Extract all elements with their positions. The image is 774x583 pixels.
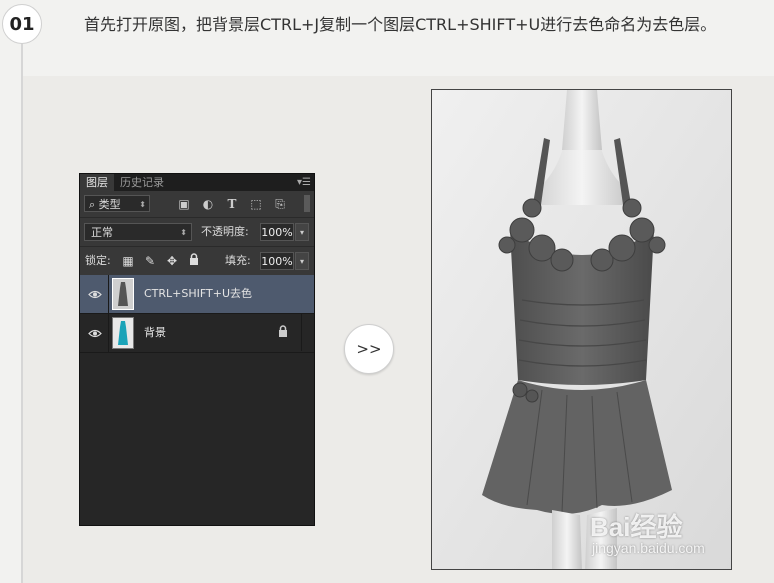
desaturated-dress-photo: Bai经验 jingyan.baidu.com (431, 89, 732, 570)
shape-layer-filter-icon[interactable]: ⬚ (244, 195, 268, 213)
opacity-dropdown-button[interactable]: ▾ (295, 223, 309, 241)
filter-kind-select[interactable]: ⌕ 类型 ⬍ (84, 195, 150, 212)
fill-input[interactable]: 100% (260, 252, 294, 270)
chevron-updown-icon: ⬍ (180, 228, 187, 237)
watermark-site-url: jingyan.baidu.com (592, 540, 705, 556)
blend-mode-select[interactable]: 正常 ⬍ (84, 223, 192, 241)
lock-fill-row: 锁定: ▦ ✎ ✥ 填充: 100% ▾ (80, 247, 314, 276)
layer-row-desaturated[interactable]: CTRL+SHIFT+U去色 (80, 275, 314, 314)
eye-icon[interactable] (84, 323, 106, 343)
lock-icon (278, 325, 288, 340)
step-header: 01 首先打开原图，把背景层CTRL+J复制一个图层CTRL+SHIFT+U进行… (0, 0, 774, 583)
layer-thumbnail-grayscale-dress (112, 278, 134, 310)
next-arrow-button: >> (344, 324, 394, 374)
eye-icon[interactable] (84, 284, 106, 304)
fill-dropdown-button[interactable]: ▾ (295, 252, 309, 270)
fill-label: 填充: (225, 254, 251, 267)
pixel-layer-filter-icon[interactable]: ▣ (172, 195, 196, 213)
adjustment-layer-filter-icon[interactable]: ◐ (196, 195, 220, 213)
chevron-updown-icon: ⬍ (139, 200, 146, 209)
photoshop-layers-panel: 图层 历史记录 ▾☰ ⌕ 类型 ⬍ ▣ ◐ T ⬚ ⎘ 正常 ⬍ 不透明度: 1… (79, 173, 315, 526)
layer-name: CTRL+SHIFT+U去色 (144, 287, 253, 300)
layer-thumbnail-teal-dress (112, 317, 134, 349)
baidu-jingyan-watermark-logo: Bai经验 (590, 512, 683, 542)
type-layer-filter-icon[interactable]: T (220, 195, 244, 213)
eye-divider (108, 275, 109, 313)
step-instruction-text: 首先打开原图，把背景层CTRL+J复制一个图层CTRL+SHIFT+U进行去色命… (84, 15, 717, 34)
layer-name: 背景 (144, 326, 166, 339)
tab-layers[interactable]: 图层 (80, 174, 114, 191)
lock-brush-icon[interactable]: ✎ (142, 253, 158, 269)
lock-label: 锁定: (85, 254, 111, 267)
lock-transparency-icon[interactable]: ▦ (120, 253, 136, 269)
blend-mode-label: 正常 (91, 226, 113, 239)
layer-row-background[interactable]: 背景 (80, 314, 314, 353)
opacity-input[interactable]: 100% (260, 223, 294, 241)
layers-list: CTRL+SHIFT+U去色 背景 (80, 275, 314, 525)
panel-tabs: 图层 历史记录 ▾☰ (80, 174, 314, 191)
eye-divider (108, 314, 109, 352)
lock-position-icon[interactable]: ✥ (164, 253, 180, 269)
dress-on-mannequin-image (432, 90, 731, 569)
filter-kind-label: 类型 (98, 198, 121, 211)
tab-history[interactable]: 历史记录 (114, 174, 170, 191)
opacity-label: 不透明度: (201, 225, 249, 238)
layer-filter-bar: ⌕ 类型 ⬍ ▣ ◐ T ⬚ ⎘ (80, 191, 314, 218)
lock-all-icon[interactable] (186, 253, 202, 269)
blend-opacity-row: 正常 ⬍ 不透明度: 100% ▾ (80, 218, 314, 247)
smart-object-filter-icon[interactable]: ⎘ (268, 195, 292, 213)
filter-toggle-switch[interactable] (304, 195, 310, 212)
panel-menu-icon[interactable]: ▾☰ (297, 174, 311, 191)
search-icon: ⌕ (89, 198, 96, 211)
